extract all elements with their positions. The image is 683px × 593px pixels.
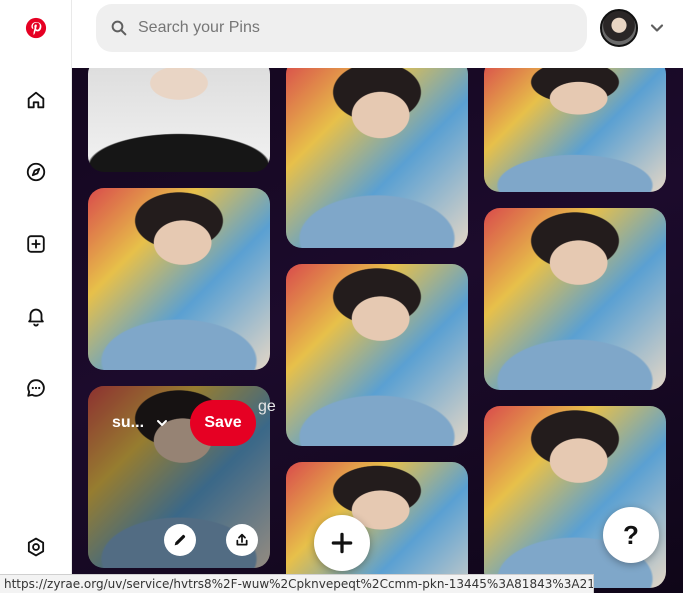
- home-icon: [27, 91, 45, 109]
- share-icon: [236, 533, 248, 546]
- nav-messages-button[interactable]: [18, 370, 54, 406]
- search-input[interactable]: [138, 19, 558, 37]
- nav-settings-button[interactable]: [18, 529, 54, 565]
- chat-icon: [27, 379, 45, 397]
- plus-square-icon: [27, 235, 45, 253]
- bell-icon: [28, 308, 44, 327]
- nav-home-button[interactable]: [18, 82, 54, 118]
- create-fab-button[interactable]: [314, 515, 370, 571]
- peek-text: ge: [258, 398, 276, 415]
- pencil-icon: [174, 534, 186, 546]
- pin-feed: su... Save ge: [72, 68, 683, 593]
- save-button[interactable]: Save: [190, 400, 256, 446]
- chevron-down-icon: [157, 420, 168, 426]
- top-header: [72, 0, 683, 68]
- board-selector-label: su...: [112, 414, 145, 431]
- nav-notifications-button[interactable]: [18, 298, 54, 334]
- help-button[interactable]: ?: [603, 507, 659, 563]
- plus-icon: [331, 532, 353, 554]
- avatar[interactable]: [600, 9, 638, 47]
- board-selector[interactable]: su...: [112, 414, 170, 432]
- pinterest-logo-icon[interactable]: [18, 10, 54, 46]
- pin-card-hovered[interactable]: su... Save: [88, 386, 270, 568]
- left-nav-rail: [0, 0, 72, 593]
- share-pin-button[interactable]: [226, 524, 258, 556]
- edit-pin-button[interactable]: [164, 524, 196, 556]
- pin-card[interactable]: [286, 68, 468, 248]
- help-label: ?: [623, 519, 639, 550]
- search-icon: [111, 20, 127, 36]
- pin-card[interactable]: [484, 208, 666, 390]
- nav-explore-button[interactable]: [18, 154, 54, 190]
- compass-icon: [26, 162, 46, 182]
- nav-create-button[interactable]: [18, 226, 54, 262]
- search-bar[interactable]: [96, 4, 587, 52]
- status-url-bar: https://zyrae.org/uv/service/hvtrs8%2F-w…: [0, 574, 594, 593]
- pin-card[interactable]: [484, 68, 666, 192]
- settings-icon: [27, 537, 45, 557]
- pin-card[interactable]: [88, 68, 270, 172]
- pin-card[interactable]: [88, 188, 270, 370]
- pin-card[interactable]: [286, 264, 468, 446]
- chevron-down-icon[interactable]: [647, 18, 667, 38]
